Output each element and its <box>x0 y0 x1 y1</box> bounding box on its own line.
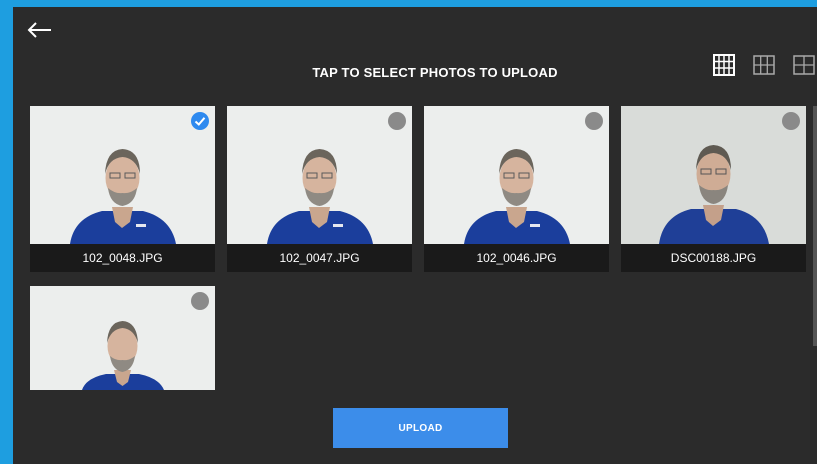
page-title: TAP TO SELECT PHOTOS TO UPLOAD <box>312 65 558 80</box>
back-button[interactable] <box>25 17 55 43</box>
person-photo <box>227 106 412 244</box>
photo-filename: DSC00188.JPG <box>621 244 806 272</box>
view-size-toggle <box>711 52 817 78</box>
photo-thumbnail <box>424 106 609 244</box>
checkmark-icon <box>194 117 206 126</box>
selection-indicator[interactable] <box>388 112 406 130</box>
photo-thumbnail <box>30 286 215 390</box>
photo-picker-screen: TAP TO SELECT PHOTOS TO UPLOAD 102_0048.… <box>13 7 817 464</box>
grid-large-view-button[interactable] <box>791 52 817 78</box>
photo-filename: 102_0047.JPG <box>227 244 412 272</box>
person-photo <box>30 286 215 390</box>
selection-indicator[interactable] <box>191 112 209 130</box>
grid-medium-view-button[interactable] <box>751 52 777 78</box>
grid-small-icon <box>713 54 735 76</box>
person-photo <box>621 106 806 244</box>
person-photo <box>30 106 215 244</box>
photo-filename: 102_0046.JPG <box>424 244 609 272</box>
selection-indicator[interactable] <box>585 112 603 130</box>
photo-thumbnail <box>227 106 412 244</box>
selection-indicator[interactable] <box>191 292 209 310</box>
selection-indicator[interactable] <box>782 112 800 130</box>
grid-medium-icon <box>753 55 775 75</box>
photo-thumbnail <box>30 106 215 244</box>
scrollbar[interactable] <box>813 106 817 346</box>
grid-large-icon <box>793 55 815 75</box>
upload-button[interactable]: UPLOAD <box>333 408 508 448</box>
person-photo <box>424 106 609 244</box>
photo-thumbnail <box>621 106 806 244</box>
photo-filename: 102_0048.JPG <box>30 244 215 272</box>
window-frame: TAP TO SELECT PHOTOS TO UPLOAD 102_0048.… <box>0 0 817 464</box>
grid-small-view-button[interactable] <box>711 52 737 78</box>
arrow-left-icon <box>27 22 51 38</box>
